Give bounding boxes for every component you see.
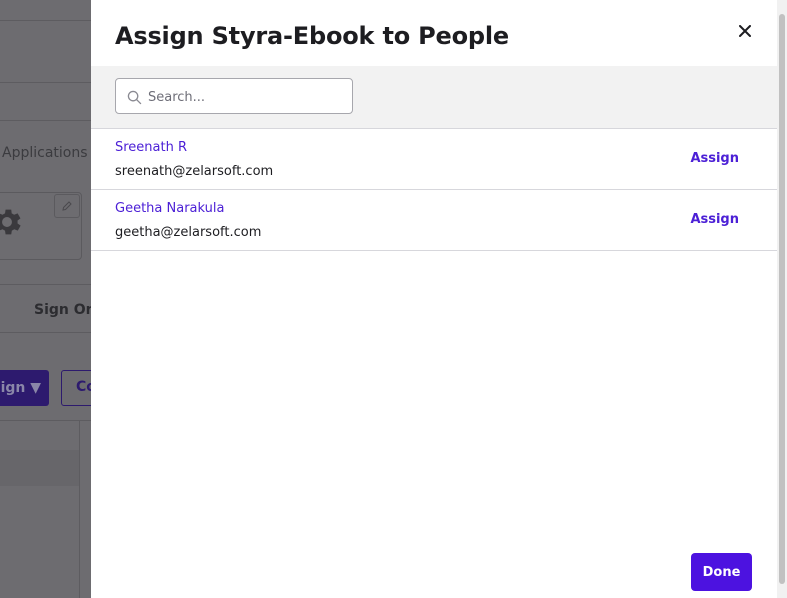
person-name-link[interactable]: Sreenath R bbox=[115, 140, 187, 155]
divider bbox=[0, 284, 91, 285]
assign-people-dialog: Assign Styra-Ebook to People Sreenath R … bbox=[91, 0, 777, 598]
breadcrumb-applications: Applications bbox=[2, 145, 88, 161]
divider bbox=[0, 332, 91, 333]
pencil-icon bbox=[62, 201, 72, 211]
person-email: sreenath@zelarsoft.com bbox=[115, 164, 274, 179]
convert-button: Co bbox=[61, 370, 91, 406]
scrollbar[interactable] bbox=[777, 0, 787, 598]
background-page: Applications Sign On ign ▼ Co bbox=[0, 0, 91, 598]
divider bbox=[0, 82, 91, 83]
person-email: geetha@zelarsoft.com bbox=[115, 225, 262, 240]
list-item: Sreenath R sreenath@zelarsoft.com Assign bbox=[91, 129, 777, 190]
assign-dropdown-button: ign ▼ bbox=[0, 370, 49, 406]
close-icon bbox=[739, 25, 751, 37]
dialog-title: Assign Styra-Ebook to People bbox=[115, 22, 510, 50]
search-icon bbox=[127, 90, 142, 105]
tab-sign-on: Sign On bbox=[34, 302, 91, 318]
close-button[interactable] bbox=[734, 20, 756, 42]
gear-icon bbox=[0, 209, 21, 235]
table-row bbox=[0, 450, 80, 486]
table-column-divider bbox=[79, 420, 80, 598]
assign-button[interactable]: Assign bbox=[690, 212, 739, 227]
divider bbox=[0, 420, 91, 421]
list-item: Geetha Narakula geetha@zelarsoft.com Ass… bbox=[91, 190, 777, 251]
person-name-link[interactable]: Geetha Narakula bbox=[115, 201, 224, 216]
people-list: Sreenath R sreenath@zelarsoft.com Assign… bbox=[91, 129, 777, 251]
search-input[interactable] bbox=[148, 87, 343, 107]
search-box[interactable] bbox=[115, 78, 353, 114]
done-button[interactable]: Done bbox=[691, 553, 752, 591]
divider bbox=[0, 120, 91, 121]
edit-logo-button bbox=[54, 194, 80, 218]
assign-button[interactable]: Assign bbox=[690, 151, 739, 166]
divider bbox=[0, 20, 91, 21]
scrollbar-thumb[interactable] bbox=[779, 14, 785, 584]
search-bar bbox=[91, 66, 777, 129]
